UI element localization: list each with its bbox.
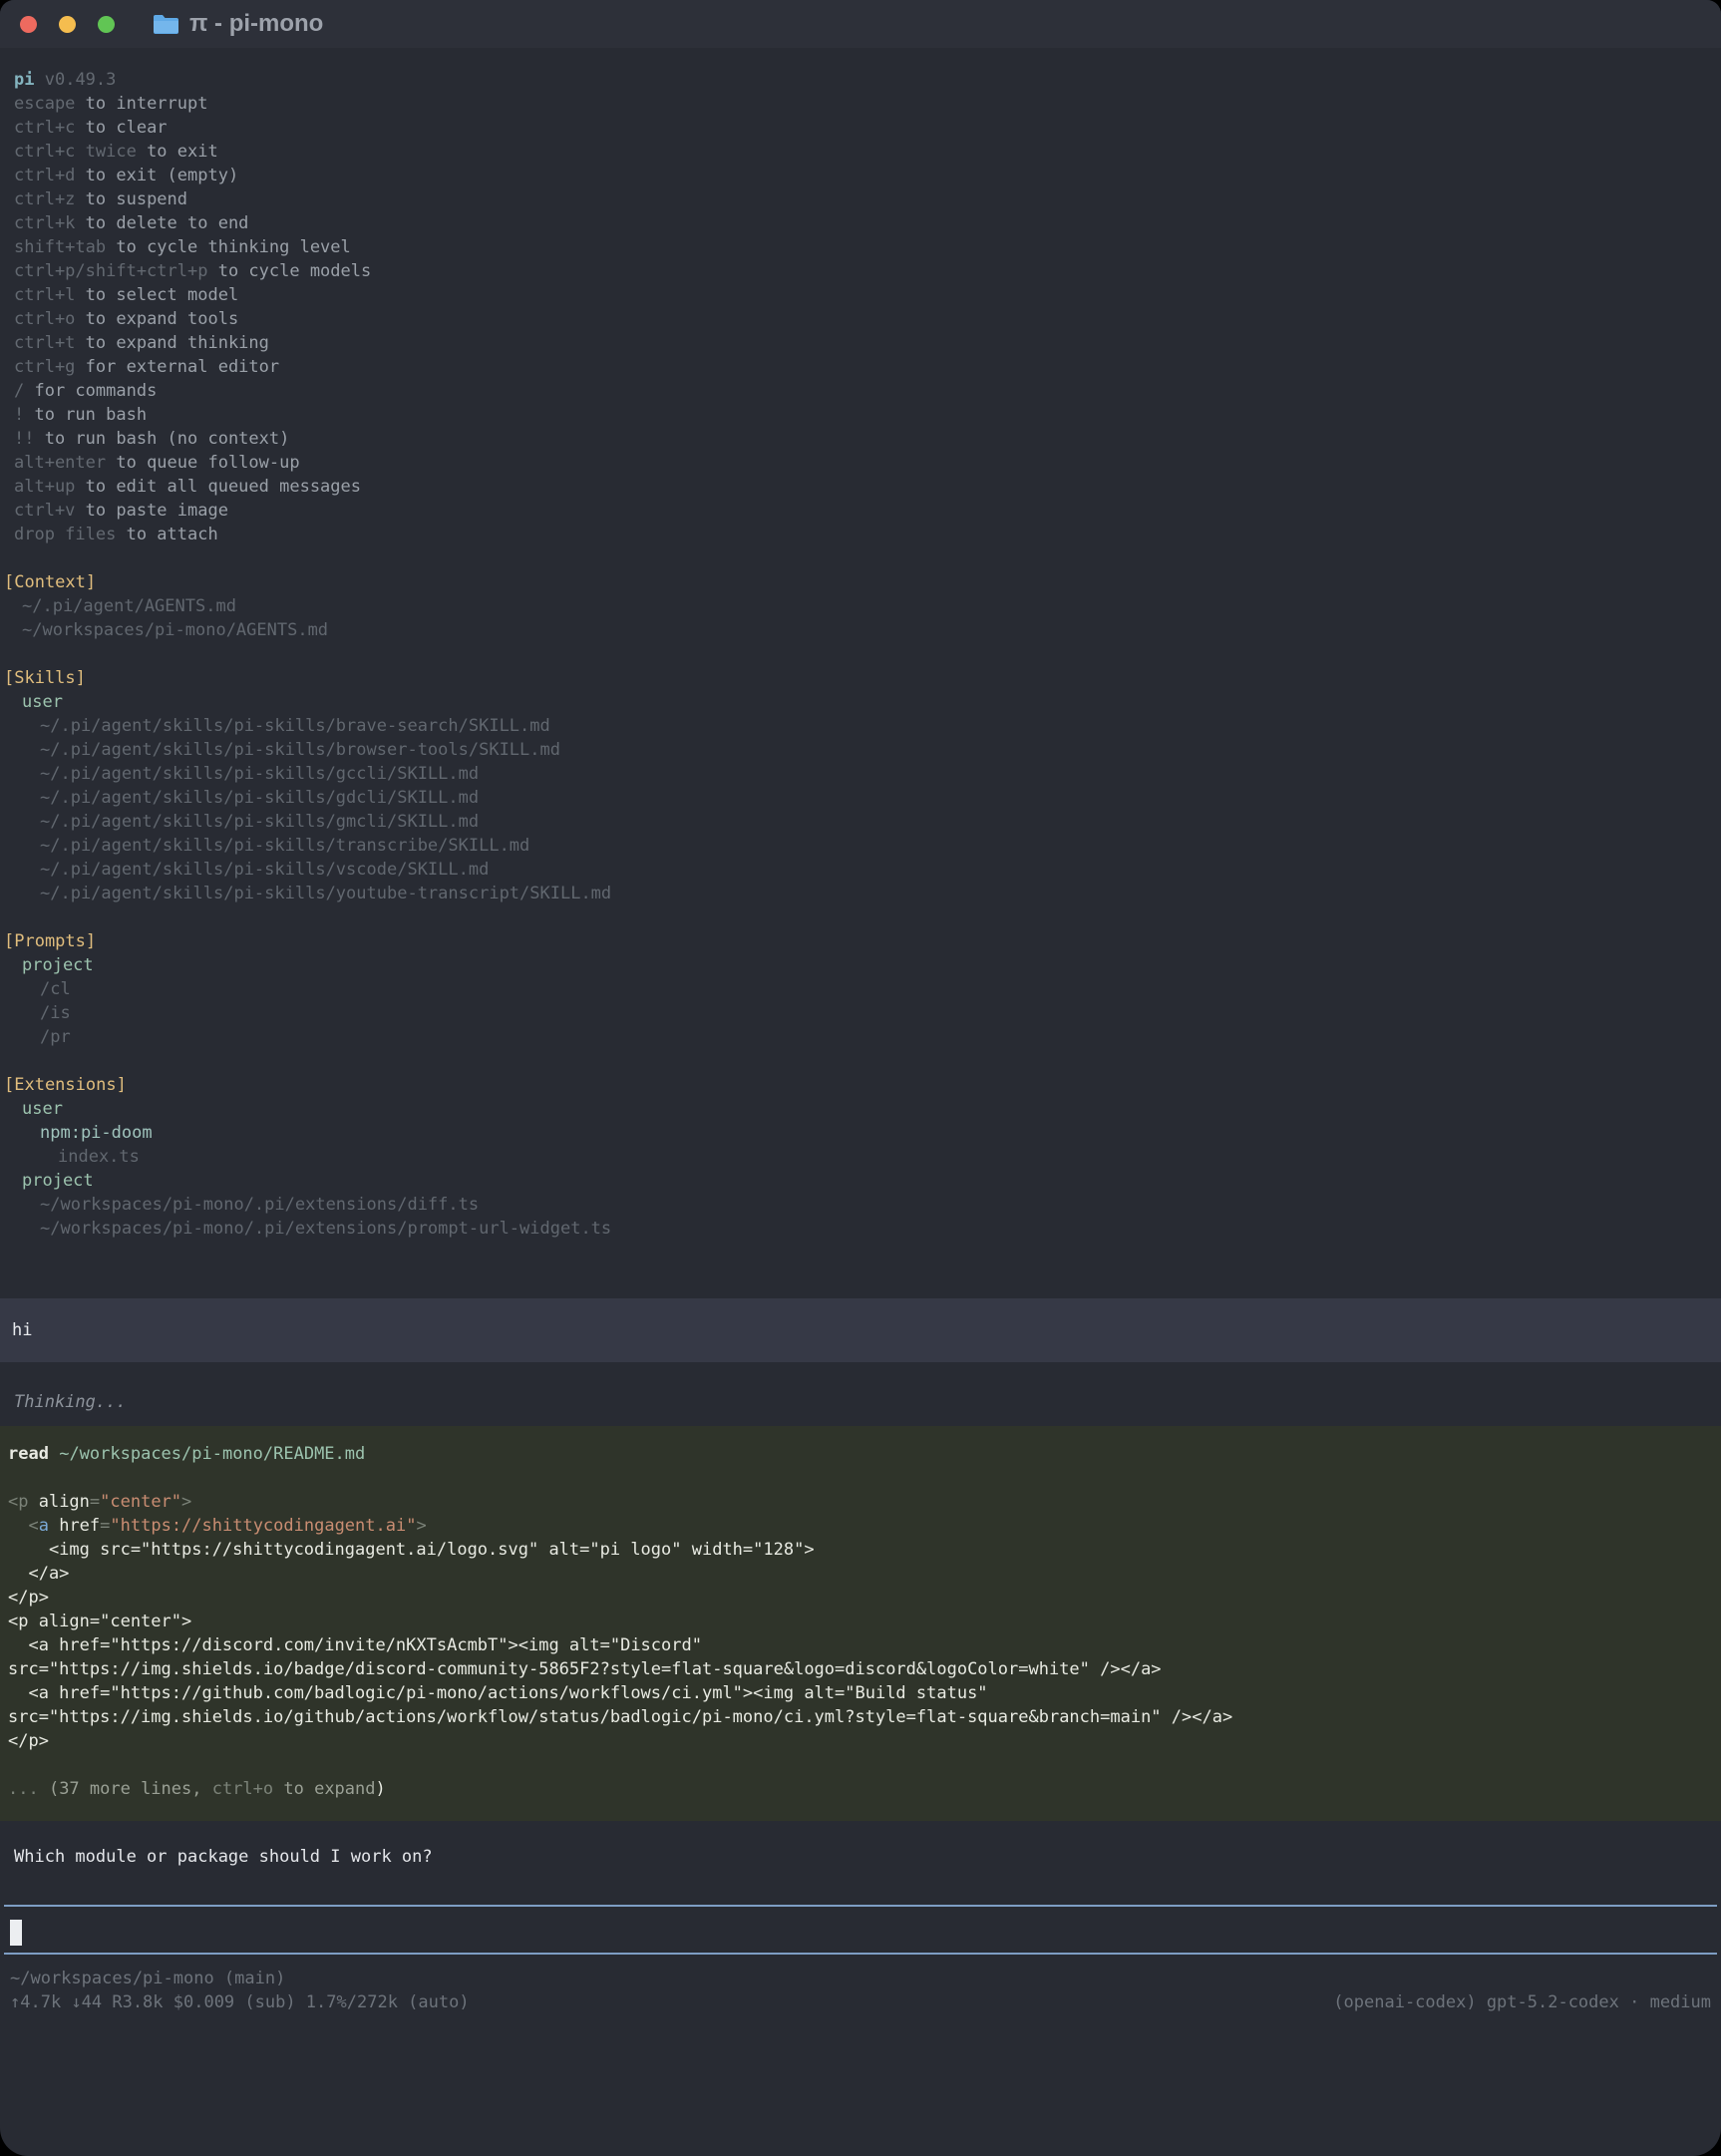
section-item: ~/.pi/agent/AGENTS.md xyxy=(4,594,1721,618)
startup-section: [Skills]user~/.pi/agent/skills/pi-skills… xyxy=(4,666,1721,905)
tool-call-header: read ~/workspaces/pi-mono/README.md xyxy=(8,1442,1713,1466)
assistant-message: Which module or package should I work on… xyxy=(4,1845,1721,1869)
code-line: <p align="center"> xyxy=(8,1490,1713,1514)
code-line: src="https://img.shields.io/github/actio… xyxy=(8,1705,1713,1729)
cwd-branch: ~/workspaces/pi-mono (main) xyxy=(10,1967,1711,1990)
folder-icon xyxy=(153,13,179,35)
shortcut-row: !! to run bash (no context) xyxy=(4,427,1721,451)
shortcut-row: ctrl+p/shift+ctrl+p to cycle models xyxy=(4,259,1721,283)
app-banner: pi v0.49.3 xyxy=(4,68,1721,92)
thinking-indicator: Thinking... xyxy=(4,1390,1721,1414)
shortcut-row: alt+enter to queue follow-up xyxy=(4,451,1721,475)
section-item: ~/workspaces/pi-mono/.pi/extensions/diff… xyxy=(4,1193,1721,1217)
tool-argument: ~/workspaces/pi-mono/README.md xyxy=(59,1444,365,1464)
user-message: hi xyxy=(0,1298,1721,1362)
startup-sections: [Context]~/.pi/agent/AGENTS.md~/workspac… xyxy=(4,570,1721,1241)
section-item: ~/workspaces/pi-mono/.pi/extensions/prom… xyxy=(4,1217,1721,1241)
startup-section: [Context]~/.pi/agent/AGENTS.md~/workspac… xyxy=(4,570,1721,642)
section-item: user xyxy=(4,690,1721,714)
shortcut-row: ctrl+d to exit (empty) xyxy=(4,164,1721,187)
code-line: src="https://img.shields.io/badge/discor… xyxy=(8,1657,1713,1681)
app-name: pi xyxy=(14,70,34,90)
terminal-window: π - pi-mono pi v0.49.3 escape to interru… xyxy=(0,0,1721,2156)
section-header: [Skills] xyxy=(4,666,1721,690)
minimize-button[interactable] xyxy=(59,16,76,33)
window-title: π - pi-mono xyxy=(189,10,323,38)
shortcut-row: ctrl+l to select model xyxy=(4,283,1721,307)
shortcut-row: ctrl+c to clear xyxy=(4,116,1721,140)
window-titlebar: π - pi-mono xyxy=(0,0,1721,48)
model-info[interactable]: (openai-codex) gpt-5.2-codex · medium xyxy=(1333,1990,1711,2014)
shortcut-row: escape to interrupt xyxy=(4,92,1721,116)
shortcut-row: alt+up to edit all queued messages xyxy=(4,475,1721,499)
shortcut-row: ctrl+o to expand tools xyxy=(4,307,1721,331)
terminal-content: pi v0.49.3 escape to interruptctrl+c to … xyxy=(0,48,1721,2156)
startup-section: [Prompts]project/cl/is/pr xyxy=(4,929,1721,1049)
shortcut-row: ctrl+t to expand thinking xyxy=(4,331,1721,355)
section-item: ~/.pi/agent/skills/pi-skills/gccli/SKILL… xyxy=(4,762,1721,786)
section-item: project xyxy=(4,953,1721,977)
shortcut-row: drop files to attach xyxy=(4,523,1721,546)
section-item: ~/workspaces/pi-mono/AGENTS.md xyxy=(4,618,1721,642)
startup-section: [Extensions]usernpm:pi-doomindex.tsproje… xyxy=(4,1073,1721,1241)
shortcut-row: ctrl+k to delete to end xyxy=(4,211,1721,235)
tool-name: read xyxy=(8,1444,49,1464)
code-line: </p> xyxy=(8,1586,1713,1610)
section-header: [Prompts] xyxy=(4,929,1721,953)
tool-call-block: read ~/workspaces/pi-mono/README.md <p a… xyxy=(0,1426,1721,1821)
close-button[interactable] xyxy=(20,16,37,33)
shortcut-row: shift+tab to cycle thinking level xyxy=(4,235,1721,259)
shortcut-row: / for commands xyxy=(4,379,1721,403)
section-item: /is xyxy=(4,1001,1721,1025)
shortcut-list: escape to interruptctrl+c to clearctrl+c… xyxy=(4,92,1721,546)
section-item: ~/.pi/agent/skills/pi-skills/transcribe/… xyxy=(4,834,1721,858)
section-item: ~/.pi/agent/skills/pi-skills/gmcli/SKILL… xyxy=(4,810,1721,834)
section-header: [Context] xyxy=(4,570,1721,594)
code-line: <p align="center"> xyxy=(8,1610,1713,1633)
code-line: </a> xyxy=(8,1562,1713,1586)
truncation-notice[interactable]: ... (37 more lines, ctrl+o to expand) xyxy=(8,1777,1713,1801)
section-item: /cl xyxy=(4,977,1721,1001)
shortcut-row: ctrl+z to suspend xyxy=(4,187,1721,211)
code-line: <a href="https://discord.com/invite/nKXT… xyxy=(8,1633,1713,1657)
maximize-button[interactable] xyxy=(98,16,115,33)
section-item: /pr xyxy=(4,1025,1721,1049)
section-item: project xyxy=(4,1169,1721,1193)
section-item: ~/.pi/agent/skills/pi-skills/youtube-tra… xyxy=(4,882,1721,905)
shortcut-row: ctrl+c twice to exit xyxy=(4,140,1721,164)
code-line: <a href="https://shittycodingagent.ai"> xyxy=(8,1514,1713,1538)
section-item: ~/.pi/agent/skills/pi-skills/brave-searc… xyxy=(4,714,1721,738)
shortcut-row: ctrl+v to paste image xyxy=(4,499,1721,523)
blank-line xyxy=(8,1466,1713,1490)
section-item: ~/.pi/agent/skills/pi-skills/browser-too… xyxy=(4,738,1721,762)
code-line: <img src="https://shittycodingagent.ai/l… xyxy=(8,1538,1713,1562)
section-item: ~/.pi/agent/skills/pi-skills/gdcli/SKILL… xyxy=(4,786,1721,810)
token-stats: ↑4.7k ↓44 R3.8k $0.009 (sub) 1.7%/272k (… xyxy=(10,1990,470,2014)
shortcut-row: ! to run bash xyxy=(4,403,1721,427)
section-item: npm:pi-doom xyxy=(4,1121,1721,1145)
status-bar: ~/workspaces/pi-mono (main) ↑4.7k ↓44 R3… xyxy=(4,1967,1721,2014)
tool-output-code: <p align="center"> <a href="https://shit… xyxy=(8,1490,1713,1753)
prompt-input[interactable] xyxy=(4,1905,1717,1955)
blank-line xyxy=(8,1753,1713,1777)
section-item: ~/.pi/agent/skills/pi-skills/vscode/SKIL… xyxy=(4,858,1721,882)
section-item: index.ts xyxy=(4,1145,1721,1169)
app-version: v0.49.3 xyxy=(45,70,117,90)
code-line: <a href="https://github.com/badlogic/pi-… xyxy=(8,1681,1713,1705)
section-item: user xyxy=(4,1097,1721,1121)
text-cursor xyxy=(10,1920,22,1946)
code-line: </p> xyxy=(8,1729,1713,1753)
shortcut-row: ctrl+g for external editor xyxy=(4,355,1721,379)
section-header: [Extensions] xyxy=(4,1073,1721,1097)
